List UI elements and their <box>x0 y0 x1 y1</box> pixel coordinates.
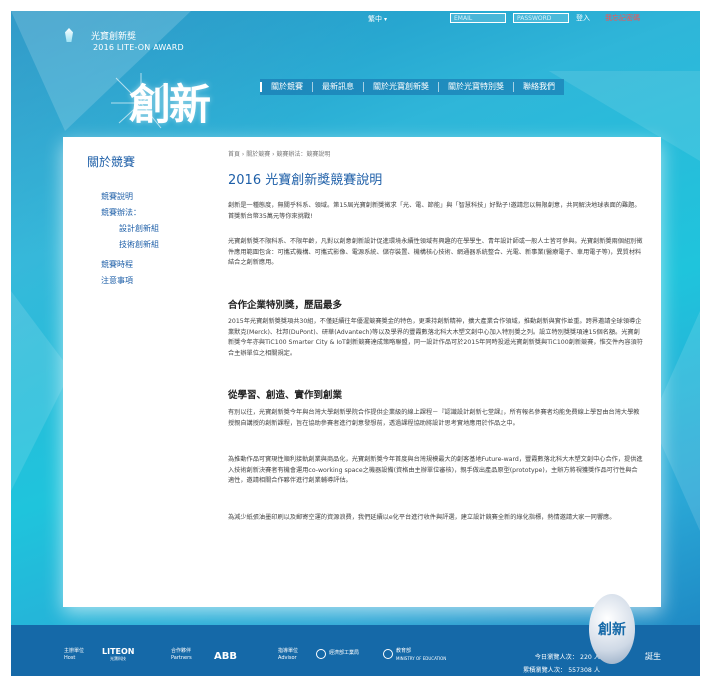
sidebar-item-design-group[interactable]: 設計創新組 <box>119 223 159 234</box>
paragraph-special-award: 2015年光寶創新獎獎項共30組，不僅延續往年優渥競賽獎金的特色，更秉持創新精神… <box>228 318 643 357</box>
paragraph-eligibility: 光寶創新獎不限科系、不限年齡，凡對以創意創新設計促進環境永續性領域有興趣的在學學… <box>228 238 643 267</box>
language-select[interactable]: 繁中 ▾ <box>368 14 387 24</box>
breadcrumb[interactable]: 首頁 › 關於競賽 › 競賽辦法：競賽說明 <box>228 149 330 158</box>
innovation-badge: 創新 <box>589 594 635 664</box>
paragraph-green: 為減少紙張油墨印刷以及郵寄空運的資源浪費，我們延續以e化平台進行收件與評選，建立… <box>228 514 616 521</box>
email-field[interactable] <box>450 13 506 23</box>
liteon-logo-sub: 光寶科技 <box>110 656 126 661</box>
moe-emblem-icon <box>383 649 393 659</box>
host-label-cn: 主辦單位 <box>64 648 85 654</box>
chevron-down-icon: ▾ <box>384 16 388 23</box>
total-visits-unit: 人 <box>593 667 600 674</box>
advisor-label-cn: 指導單位 <box>278 648 299 654</box>
sidebar-item-schedule[interactable]: 競賽時程 <box>101 259 133 270</box>
total-visits-label: 累積瀏覽人次： <box>522 667 567 674</box>
language-label: 繁中 <box>368 15 382 23</box>
nav-item-about-special-award[interactable]: 關於光寶特別獎 <box>438 82 513 92</box>
partners-label-cn: 合作夥伴 <box>171 648 192 654</box>
nav-item-about-award[interactable]: 關於光寶創新獎 <box>363 82 438 92</box>
liteon-logo[interactable]: LITEON 光寶科技 <box>102 647 135 662</box>
page-frame: 繁中▾ 登入 我忘記密碼 光寶創新獎 2016 LITE-ON AWARD 創新… <box>11 11 700 676</box>
logo-subtitle: 2016 LITE-ON AWARD <box>93 43 184 52</box>
badge-caption: 誕生 <box>645 652 661 661</box>
sidebar-item-tech-group[interactable]: 技術創新組 <box>119 239 159 250</box>
partners-label: 合作夥伴 Partners <box>171 648 192 662</box>
sidebar-title: 關於競賽 <box>87 155 136 169</box>
section-heading-special-award: 合作企業特別獎，歷屆最多 <box>228 300 343 311</box>
host-label-en: Host <box>64 655 76 661</box>
forgot-password-link[interactable]: 我忘記密碼 <box>605 13 640 23</box>
total-visits: 累積瀏覽人次： 557308 人 <box>523 665 600 674</box>
content-card: 關於競賽 競賽說明 競賽辦法： 設計創新組 技術創新組 競賽時程 注意事項 首頁… <box>63 137 661 607</box>
background-facet <box>11 291 71 491</box>
paragraph-intro: 創新是一種態度，無關乎科系、領域。第15屆光寶創新獎徵求「光、電、節能」與「智慧… <box>228 202 641 220</box>
sidebar: 關於競賽 競賽說明 競賽辦法： 設計創新組 技術創新組 競賽時程 注意事項 <box>63 137 207 607</box>
today-visits-value: 220 <box>580 654 592 661</box>
today-visits-label: 今日瀏覽人次： <box>534 654 579 661</box>
advisor-label-en: Advisor <box>278 655 297 661</box>
hero-title: 創新 <box>129 80 211 129</box>
login-link[interactable]: 登入 <box>576 13 590 23</box>
sidebar-item-description[interactable]: 競賽說明 <box>101 191 133 202</box>
abb-logo[interactable]: ABB <box>214 651 237 662</box>
paragraph-startup: 為推動作品可實現性順利接軌創業與商品化，光寶創新獎今年首度與台灣規模最大的創客基… <box>228 456 643 485</box>
bureau-emblem-icon <box>316 649 326 659</box>
advisor-label: 指導單位 Advisor <box>278 648 298 662</box>
password-field[interactable] <box>513 13 569 23</box>
liteon-logo-text: LITEON <box>102 647 135 656</box>
main-nav: 關於競賽 最新訊息 關於光寶創新獎 關於光寶特別獎 聯絡我們 <box>260 79 564 95</box>
sidebar-item-notes[interactable]: 注意事項 <box>101 275 133 286</box>
paragraph-courses: 有別以往，光寶創新獎今年與台灣大學創新學院合作提供企業級的線上課程－『認識設計創… <box>228 409 640 427</box>
logo-title: 光寶創新獎 <box>91 32 137 42</box>
bureau-name: 經濟部工業局 <box>329 650 360 656</box>
nav-item-news[interactable]: 最新訊息 <box>312 82 363 92</box>
section-heading-learning: 從學習、創造、實作到創業 <box>228 390 343 401</box>
today-visits: 今日瀏覽人次： 220 人 <box>535 652 600 661</box>
page-title: 2016 光寶創新獎競賽說明 <box>228 173 383 188</box>
partners-label-en: Partners <box>171 655 192 661</box>
sidebar-item-rules[interactable]: 競賽辦法： <box>101 207 141 218</box>
total-visits-value: 557308 <box>568 667 592 674</box>
moe-name-cn: 教育部 <box>396 648 412 654</box>
nav-item-about-contest[interactable]: 關於競賽 <box>260 82 312 92</box>
host-label: 主辦單位 Host <box>64 648 84 662</box>
nav-item-contact[interactable]: 聯絡我們 <box>513 82 564 92</box>
moe-name-en: MINISTRY OF EDUCATION <box>396 656 447 661</box>
